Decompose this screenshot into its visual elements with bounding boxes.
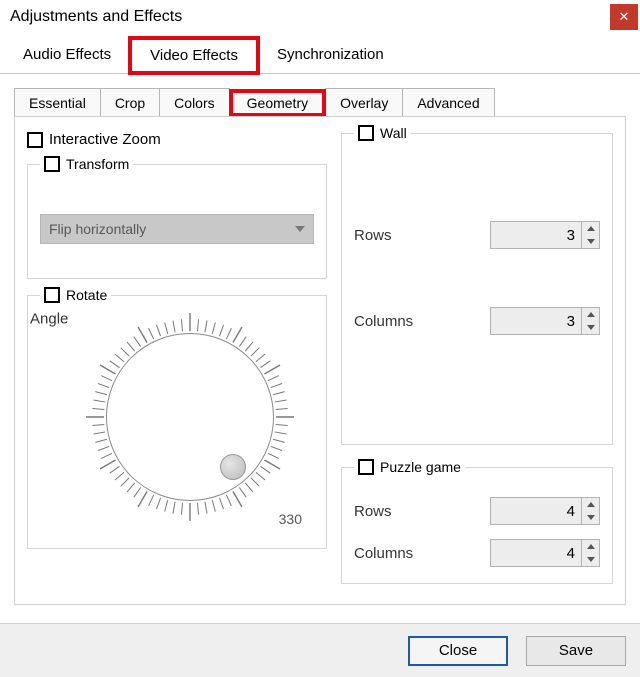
subtab-essential[interactable]: Essential	[14, 88, 101, 116]
subtab-essential-label: Essential	[29, 95, 86, 111]
spinner-arrows	[581, 540, 599, 566]
wall-group-label: Wall	[380, 125, 407, 141]
subtab-advanced-label: Advanced	[417, 95, 479, 111]
close-button-label: Close	[439, 642, 477, 659]
dial-ring	[106, 333, 274, 501]
dial-knob[interactable]	[220, 454, 246, 480]
spinner-down-button[interactable]	[582, 321, 599, 334]
subtab-geometry-label: Geometry	[247, 95, 308, 111]
subtab-overlay[interactable]: Overlay	[325, 88, 403, 116]
spinner-arrows	[581, 308, 599, 334]
spinner-up-button[interactable]	[582, 540, 599, 553]
arrow-up-icon	[587, 226, 595, 231]
puzzle-columns-row: Columns 4	[354, 539, 600, 567]
puzzle-rows-label: Rows	[354, 503, 392, 520]
puzzle-rows-row: Rows 4	[354, 497, 600, 525]
wall-columns-spinner[interactable]: 3	[490, 307, 600, 335]
tab-audio-effects-label: Audio Effects	[23, 46, 111, 63]
subtab-colors-label: Colors	[174, 95, 214, 111]
puzzle-checkbox[interactable]: Puzzle game	[358, 459, 461, 475]
subtab-advanced[interactable]: Advanced	[402, 88, 494, 116]
spinner-down-button[interactable]	[582, 235, 599, 248]
rotate-group: Rotate Angle 330	[27, 287, 327, 549]
geometry-panel: Interactive Zoom Transform Flip horizont…	[14, 116, 626, 605]
close-button[interactable]: Close	[408, 636, 508, 666]
subtab-crop-label: Crop	[115, 95, 145, 111]
spinner-up-button[interactable]	[582, 222, 599, 235]
tab-synchronization-label: Synchronization	[277, 46, 384, 63]
checkbox-icon	[27, 132, 43, 148]
rotate-group-label: Rotate	[66, 287, 107, 303]
spinner-up-button[interactable]	[582, 498, 599, 511]
main-tabs: Audio Effects Video Effects Synchronizat…	[0, 34, 640, 74]
puzzle-rows-spinner[interactable]: 4	[490, 497, 600, 525]
wall-rows-spinner[interactable]: 3	[490, 221, 600, 249]
subtab-colors[interactable]: Colors	[159, 88, 229, 116]
tab-video-effects[interactable]: Video Effects	[128, 36, 260, 75]
arrow-down-icon	[587, 557, 595, 562]
transform-dropdown-value: Flip horizontally	[49, 221, 146, 237]
subtab-overlay-label: Overlay	[340, 95, 388, 111]
video-effects-panel: Essential Crop Colors Geometry Overlay A…	[0, 74, 640, 605]
titlebar: Adjustments and Effects ✕	[0, 0, 640, 34]
checkbox-icon	[358, 459, 374, 475]
arrow-down-icon	[587, 239, 595, 244]
puzzle-columns-label: Columns	[354, 545, 413, 562]
puzzle-group-label: Puzzle game	[380, 459, 461, 475]
tab-synchronization[interactable]: Synchronization	[260, 34, 401, 73]
checkbox-icon	[44, 287, 60, 303]
puzzle-columns-value: 4	[491, 540, 581, 566]
save-button-label: Save	[559, 642, 593, 659]
transform-dropdown[interactable]: Flip horizontally	[40, 214, 314, 244]
tab-video-effects-label: Video Effects	[150, 47, 238, 64]
window-title: Adjustments and Effects	[10, 8, 182, 26]
puzzle-columns-spinner[interactable]: 4	[490, 539, 600, 567]
wall-group: Wall Rows 3 Col	[341, 125, 613, 445]
angle-label: Angle	[30, 311, 68, 328]
save-button[interactable]: Save	[526, 636, 626, 666]
wall-columns-row: Columns 3	[354, 307, 600, 335]
wall-rows-label: Rows	[354, 227, 392, 244]
spinner-down-button[interactable]	[582, 511, 599, 524]
wall-rows-value: 3	[491, 222, 581, 248]
sub-tabs: Essential Crop Colors Geometry Overlay A…	[14, 88, 626, 116]
adjustments-effects-window: Adjustments and Effects ✕ Audio Effects …	[0, 0, 640, 677]
rotate-checkbox[interactable]: Rotate	[44, 287, 107, 303]
arrow-down-icon	[587, 515, 595, 520]
transform-checkbox[interactable]: Transform	[44, 156, 129, 172]
interactive-zoom-checkbox[interactable]: Interactive Zoom	[27, 131, 327, 148]
puzzle-rows-value: 4	[491, 498, 581, 524]
tab-audio-effects[interactable]: Audio Effects	[6, 34, 128, 73]
wall-rows-row: Rows 3	[354, 221, 600, 249]
subtab-geometry[interactable]: Geometry	[229, 89, 326, 117]
chevron-down-icon	[295, 226, 305, 232]
interactive-zoom-label: Interactive Zoom	[49, 131, 161, 148]
window-close-button[interactable]: ✕	[610, 4, 638, 30]
spinner-down-button[interactable]	[582, 553, 599, 566]
transform-group: Transform Flip horizontally	[27, 156, 327, 279]
transform-group-label: Transform	[66, 156, 129, 172]
spinner-arrows	[581, 498, 599, 524]
spinner-up-button[interactable]	[582, 308, 599, 321]
angle-dial[interactable]: 330	[82, 309, 298, 525]
geometry-right-column: Wall Rows 3 Col	[341, 131, 613, 584]
wall-columns-label: Columns	[354, 313, 413, 330]
geometry-left-column: Interactive Zoom Transform Flip horizont…	[27, 131, 327, 584]
puzzle-group: Puzzle game Rows 4	[341, 459, 613, 584]
arrow-up-icon	[587, 544, 595, 549]
arrow-down-icon	[587, 325, 595, 330]
close-icon: ✕	[619, 9, 630, 25]
arrow-up-icon	[587, 502, 595, 507]
wall-columns-value: 3	[491, 308, 581, 334]
wall-checkbox[interactable]: Wall	[358, 125, 407, 141]
spinner-arrows	[581, 222, 599, 248]
arrow-up-icon	[587, 312, 595, 317]
checkbox-icon	[44, 156, 60, 172]
subtab-crop[interactable]: Crop	[100, 88, 160, 116]
checkbox-icon	[358, 125, 374, 141]
dial-number-330: 330	[279, 511, 302, 527]
dialog-footer: Close Save	[0, 623, 640, 677]
